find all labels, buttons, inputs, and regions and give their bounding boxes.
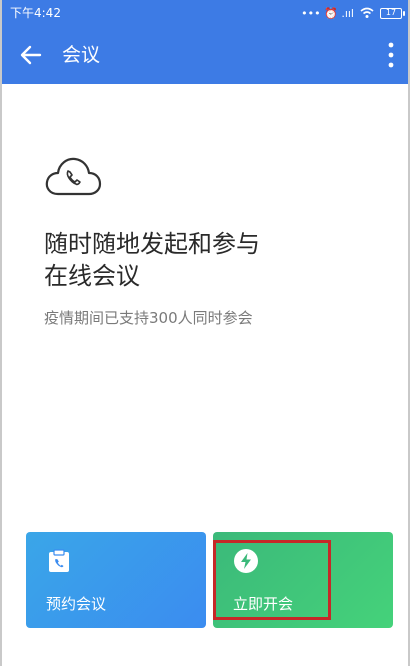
- headline: 随时随地发起和参与 在线会议: [44, 228, 260, 292]
- baidu-watermark: Baidu经验: [315, 631, 392, 647]
- left-edge: [0, 0, 2, 666]
- reserve-meeting-label: 预约会议: [46, 595, 107, 613]
- status-icons: ••• ⏰ .ııl 17: [301, 5, 405, 21]
- wifi-icon: [360, 7, 374, 18]
- calendar-phone-icon: [49, 549, 69, 572]
- back-arrow-icon[interactable]: [18, 42, 44, 68]
- subtitle: 疫情期间已支持300人同时参会: [44, 309, 253, 327]
- app-bar: 会议: [0, 26, 410, 84]
- battery-level: 17: [385, 8, 397, 17]
- status-icons-text: ••• ⏰ .ııl: [301, 6, 354, 20]
- headline-line-2: 在线会议: [44, 262, 140, 290]
- headline-line-1: 随时随地发起和参与: [44, 230, 260, 258]
- lightning-icon: [234, 549, 258, 573]
- cloud-phone-icon: [45, 157, 102, 196]
- start-meeting-button[interactable]: 立即开会: [213, 532, 393, 628]
- start-meeting-label: 立即开会: [233, 595, 294, 613]
- page-title: 会议: [62, 44, 101, 66]
- reserve-meeting-button[interactable]: 预约会议: [26, 532, 206, 628]
- status-bar: 下午4:42 ••• ⏰ .ııl 17: [0, 0, 410, 26]
- more-vert-icon[interactable]: [386, 41, 396, 69]
- app-screen: 下午4:42 ••• ⏰ .ııl 17 会议 随时随地发起和参与 在线会议 疫…: [0, 0, 410, 666]
- status-time: 下午4:42: [10, 6, 61, 20]
- battery-icon: 17: [380, 7, 405, 19]
